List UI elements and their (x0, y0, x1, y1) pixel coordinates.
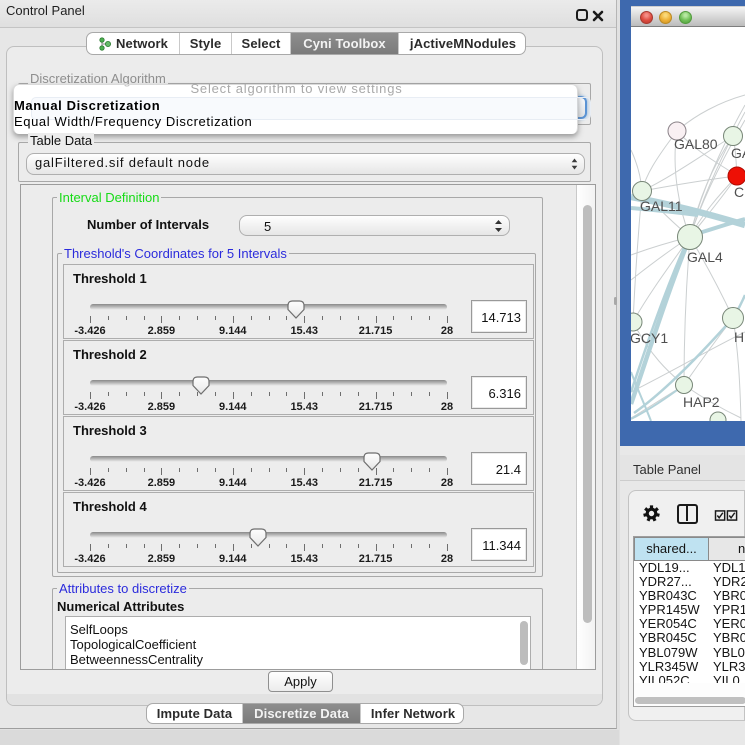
svg-text:HAP2: HAP2 (683, 394, 720, 410)
svg-text:C: C (734, 184, 744, 200)
svg-text:GAL80: GAL80 (674, 136, 718, 152)
svg-text:GA: GA (731, 145, 745, 161)
svg-text:GAL11: GAL11 (640, 198, 683, 214)
svg-text:GAL4: GAL4 (687, 249, 723, 265)
svg-text:H: H (734, 329, 744, 345)
svg-text:GCY1: GCY1 (631, 330, 668, 346)
